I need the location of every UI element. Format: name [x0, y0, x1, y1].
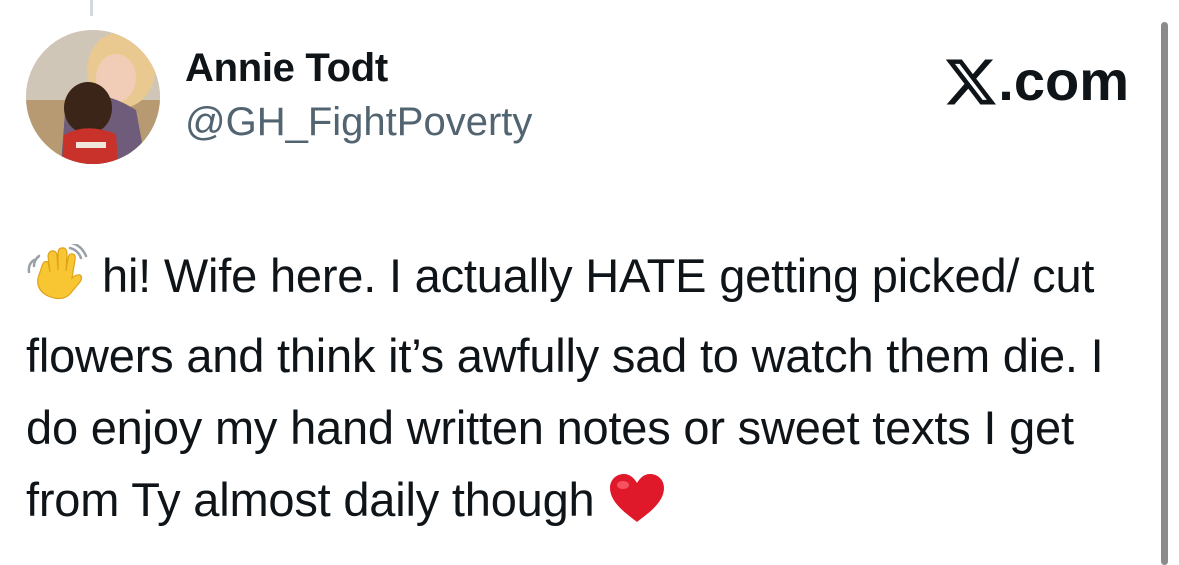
red-heart-icon: [608, 472, 666, 544]
x-brand-link[interactable]: .com: [946, 48, 1129, 112]
scrollbar[interactable]: [1161, 22, 1168, 565]
x-logo-icon: [946, 55, 997, 105]
brand-domain-text: .com: [998, 48, 1129, 112]
tweet-body: hi! Wife here. I actually HATE getting p…: [26, 240, 1136, 544]
avatar-photo: [26, 30, 160, 164]
author-display-name[interactable]: Annie Todt: [185, 46, 388, 91]
waving-hand-icon: [26, 241, 88, 320]
author-handle[interactable]: @GH_FightPoverty: [185, 100, 532, 145]
thread-connector-line: [90, 0, 93, 16]
avatar[interactable]: [26, 30, 160, 164]
tweet-text: hi! Wife here. I actually HATE getting p…: [26, 249, 1104, 526]
